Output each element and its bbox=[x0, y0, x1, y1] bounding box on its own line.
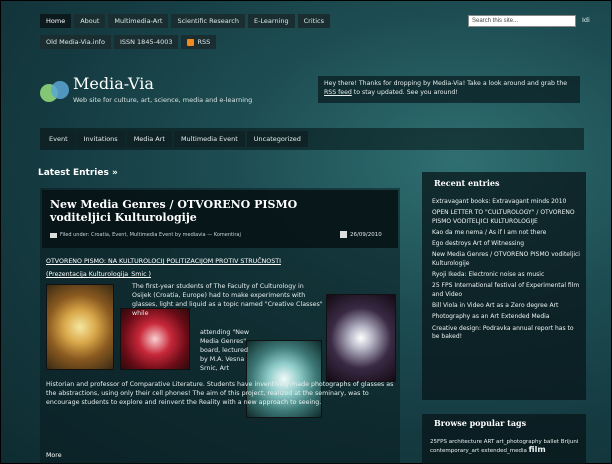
recent-entries-list: Extravagant books: Extravagant minds 201… bbox=[432, 198, 582, 344]
site-title[interactable]: Media-Via bbox=[73, 74, 154, 93]
post-meta: Filed under: Croatia, Event, Multimedia … bbox=[50, 232, 241, 238]
nav-old-media-via[interactable]: Old Media-Via.info bbox=[40, 35, 111, 49]
calendar-icon bbox=[340, 231, 347, 238]
post-date-text: 26/09/2010 bbox=[350, 231, 382, 238]
search-button[interactable]: Idi bbox=[582, 16, 590, 24]
recent-entry[interactable]: 25 FPS International festival of Experim… bbox=[432, 282, 582, 299]
tag-cloud: 25FPS architecture ART art_photography b… bbox=[430, 438, 584, 455]
post-title[interactable]: New Media Genres / OTVORENO PISMO vodite… bbox=[50, 198, 350, 224]
recent-entry[interactable]: Extravagant books: Extravagant minds 201… bbox=[432, 198, 582, 206]
photo-glass-gold[interactable] bbox=[46, 284, 114, 370]
recent-entry[interactable]: Kao da me nema / As if I am not there bbox=[432, 229, 582, 237]
rss-icon bbox=[187, 38, 195, 46]
secondary-navigation: Old Media-Via.info ISSN 1845-4003 RSS bbox=[40, 35, 217, 49]
nav-e-learning[interactable]: E-Learning bbox=[247, 14, 295, 28]
tag-list[interactable]: 25FPS architecture ART art_photography b… bbox=[430, 439, 578, 454]
top-navigation: Home About Multimedia-Art Scientific Res… bbox=[40, 14, 330, 28]
post-subtitle-link[interactable]: OTVORENO PISMO: NA KULTUROLOCIJ POLITIZA… bbox=[46, 258, 281, 265]
site-description: Web site for culture, art, science, medi… bbox=[73, 96, 253, 104]
folder-icon bbox=[50, 232, 57, 238]
cat-media-art[interactable]: Media Art bbox=[126, 131, 172, 147]
cat-multimedia-event[interactable]: Multimedia Event bbox=[173, 131, 245, 147]
nav-multimedia-art[interactable]: Multimedia-Art bbox=[108, 14, 169, 28]
post-paragraph-1: The first-year students of The Faculty o… bbox=[132, 283, 323, 317]
nav-about[interactable]: About bbox=[74, 14, 106, 28]
post-paragraph-3: Historian and professor of Comparative L… bbox=[46, 381, 394, 406]
recent-entry[interactable]: OPEN LETTER TO "CULTUROLOGY" / OTVORENO … bbox=[432, 209, 582, 226]
recent-entries-title: Recent entries bbox=[434, 178, 500, 188]
latest-entries-heading[interactable]: Latest Entries » bbox=[38, 168, 118, 178]
welcome-box: Hey there! Thanks for dropping by Media-… bbox=[318, 76, 580, 103]
recent-entry[interactable]: Creative design: Podravka annual report … bbox=[432, 325, 582, 342]
nav-rss[interactable]: RSS bbox=[181, 35, 217, 49]
category-navigation: Event Invitations Media Art Multimedia E… bbox=[42, 131, 308, 147]
nav-issn[interactable]: ISSN 1845-4003 bbox=[113, 35, 179, 49]
recent-entry[interactable]: Photography as an Art Extended Media bbox=[432, 313, 582, 321]
nav-scientific-research[interactable]: Scientific Research bbox=[171, 14, 245, 28]
nav-home[interactable]: Home bbox=[40, 14, 72, 28]
search-input[interactable]: Search this site... bbox=[468, 15, 576, 27]
recent-entry[interactable]: Bill Viola in Video Art as a Zero degree… bbox=[432, 302, 582, 310]
welcome-text: Hey there! Thanks for dropping by Media-… bbox=[324, 80, 568, 87]
post-paragraph-2: attending "New Media Genres" board, lect… bbox=[200, 329, 250, 372]
popular-tags-title: Browse popular tags bbox=[434, 418, 527, 428]
presentation-link[interactable]: (Prezentacija Kulturologija_Smic ) bbox=[46, 271, 151, 278]
recent-entry[interactable]: Ego destroys Art of Witnessing bbox=[432, 240, 582, 248]
post-date: 26/09/2010 bbox=[340, 231, 382, 238]
photo-glass-dark[interactable] bbox=[326, 294, 396, 382]
welcome-text-end: to stay updated. See you around! bbox=[351, 89, 458, 96]
tag-film[interactable]: film bbox=[529, 445, 546, 454]
rss-label: RSS bbox=[197, 38, 211, 46]
cat-event[interactable]: Event bbox=[42, 131, 75, 147]
rss-feed-link[interactable]: RSS feed bbox=[324, 89, 352, 96]
recent-entry[interactable]: Ryoji Ikeda: Electronic noise as music bbox=[432, 271, 582, 279]
site-logo-icon[interactable] bbox=[40, 80, 70, 104]
cat-uncategorized[interactable]: Uncategorized bbox=[246, 131, 308, 147]
nav-critics[interactable]: Critics bbox=[297, 14, 330, 28]
more-link[interactable]: More bbox=[46, 452, 62, 459]
cat-invitations[interactable]: Invitations bbox=[76, 131, 125, 147]
post-categories[interactable]: Filed under: Croatia, Event, Multimedia … bbox=[60, 232, 241, 238]
recent-entry[interactable]: New Media Genres / OTVORENO PISMO vodite… bbox=[432, 251, 582, 268]
